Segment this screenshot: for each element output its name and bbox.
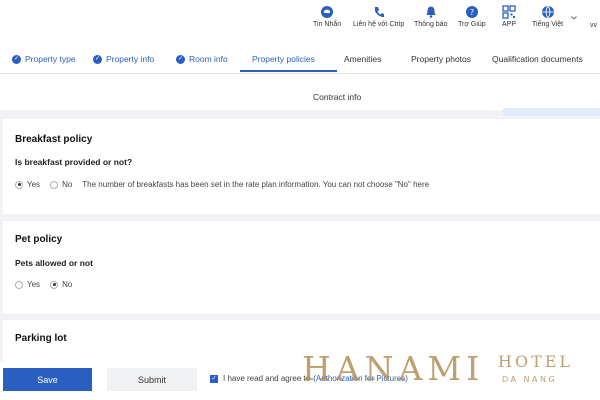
watermark-hotel: HOTEL — [498, 352, 573, 371]
breakfast-no-label: No — [62, 180, 73, 189]
phone-icon — [374, 7, 384, 17]
globe-icon — [541, 5, 554, 19]
messages-label: Tin Nhắn — [313, 21, 342, 28]
tab-property-photos[interactable]: Property photos — [411, 54, 471, 64]
tab-contract-info[interactable]: Contract info — [313, 92, 361, 102]
breakfast-question: Is breakfast provided or not? — [15, 157, 133, 167]
agree-text: I have read and agree to — [223, 374, 311, 383]
contact-ctrip-label: Liên hệ với Ctrip — [353, 21, 405, 28]
pet-yes-radio[interactable] — [15, 280, 23, 289]
account-menu-truncated[interactable]: vv — [590, 22, 597, 29]
active-tab-indicator — [240, 70, 337, 72]
pet-question: Pets allowed or not — [15, 258, 93, 268]
tab-label: Property photos — [411, 54, 472, 64]
notifications-button[interactable]: Thông báo — [414, 5, 447, 28]
tab-label: Amenities — [344, 54, 382, 64]
svg-text:?: ? — [470, 8, 474, 17]
tab-property-info[interactable]: ✓ Property info — [93, 54, 154, 64]
chevron-down-icon[interactable] — [571, 15, 577, 21]
tab-property-policies[interactable]: Property policies — [252, 54, 315, 64]
tab-divider — [0, 73, 600, 74]
tab-qualification-documents[interactable]: Qualification documents — [492, 54, 583, 64]
breakfast-policy-title: Breakfast policy — [15, 134, 93, 145]
highlight-strip — [503, 108, 600, 116]
pet-policy-title: Pet policy — [15, 234, 63, 245]
hanami-hotel-watermark: HANAMI HOTEL DA NANG — [302, 349, 573, 387]
breakfast-yes-label: Yes — [27, 180, 41, 189]
tab-label: Property type — [25, 54, 76, 64]
chat-icon — [321, 6, 334, 18]
tab-property-type[interactable]: ✓ Property type — [12, 54, 76, 64]
pet-no-label: No — [62, 280, 73, 289]
app-button[interactable]: APP — [502, 5, 516, 28]
watermark-city: DA NANG — [502, 375, 557, 384]
tab-label: Qualification documents — [492, 54, 583, 64]
contact-ctrip-button[interactable]: Liên hệ với Ctrip — [353, 5, 404, 28]
tab-label: Property policies — [252, 54, 315, 64]
check-circle-icon: ✓ — [12, 54, 21, 64]
tab-label: Contract info — [313, 92, 362, 102]
pet-options: Yes No — [15, 280, 72, 289]
save-button[interactable]: Save — [3, 368, 92, 391]
language-selector[interactable]: Tiếng Việt — [532, 5, 563, 28]
breakfast-note: The number of breakfasts has been set in… — [82, 180, 430, 189]
breakfast-policy-card: Breakfast policy Is breakfast provided o… — [3, 119, 600, 214]
breakfast-options: Yes No The number of breakfasts has been… — [15, 180, 429, 189]
pet-yes-label: Yes — [27, 280, 41, 289]
messages-button[interactable]: Tin Nhắn — [313, 5, 341, 28]
qr-code-icon — [502, 5, 516, 19]
language-label: Tiếng Việt — [532, 21, 564, 28]
tab-label: Room info — [189, 54, 228, 64]
bell-icon — [426, 6, 436, 18]
help-label: Trợ Giúp — [458, 21, 486, 28]
agree-checkbox[interactable]: ✓ — [210, 374, 218, 383]
help-button[interactable]: ? Trợ Giúp — [458, 5, 486, 28]
tab-amenities[interactable]: Amenities — [344, 54, 381, 64]
pet-policy-card: Pet policy Pets allowed or not Yes No — [3, 221, 600, 314]
top-bar: Tin Nhắn Liên hệ với Ctrip Thông báo ? T… — [0, 0, 600, 40]
breakfast-no-radio[interactable] — [50, 180, 59, 189]
pet-no-radio[interactable] — [50, 280, 59, 289]
submit-button[interactable]: Submit — [107, 368, 197, 391]
app-label: APP — [502, 21, 517, 28]
parking-lot-title: Parking lot — [15, 333, 67, 344]
check-circle-icon: ✓ — [93, 54, 102, 64]
notifications-label: Thông báo — [414, 21, 448, 28]
tab-room-info[interactable]: ✓ Room info — [176, 54, 228, 64]
step-tabs: ✓ Property type ✓ Property info ✓ Room i… — [0, 40, 600, 116]
watermark-brand: HANAMI — [302, 349, 484, 387]
check-circle-icon: ✓ — [176, 54, 185, 64]
help-icon: ? — [465, 6, 478, 18]
tab-label: Property info — [106, 54, 155, 64]
breakfast-yes-radio[interactable] — [15, 180, 23, 189]
